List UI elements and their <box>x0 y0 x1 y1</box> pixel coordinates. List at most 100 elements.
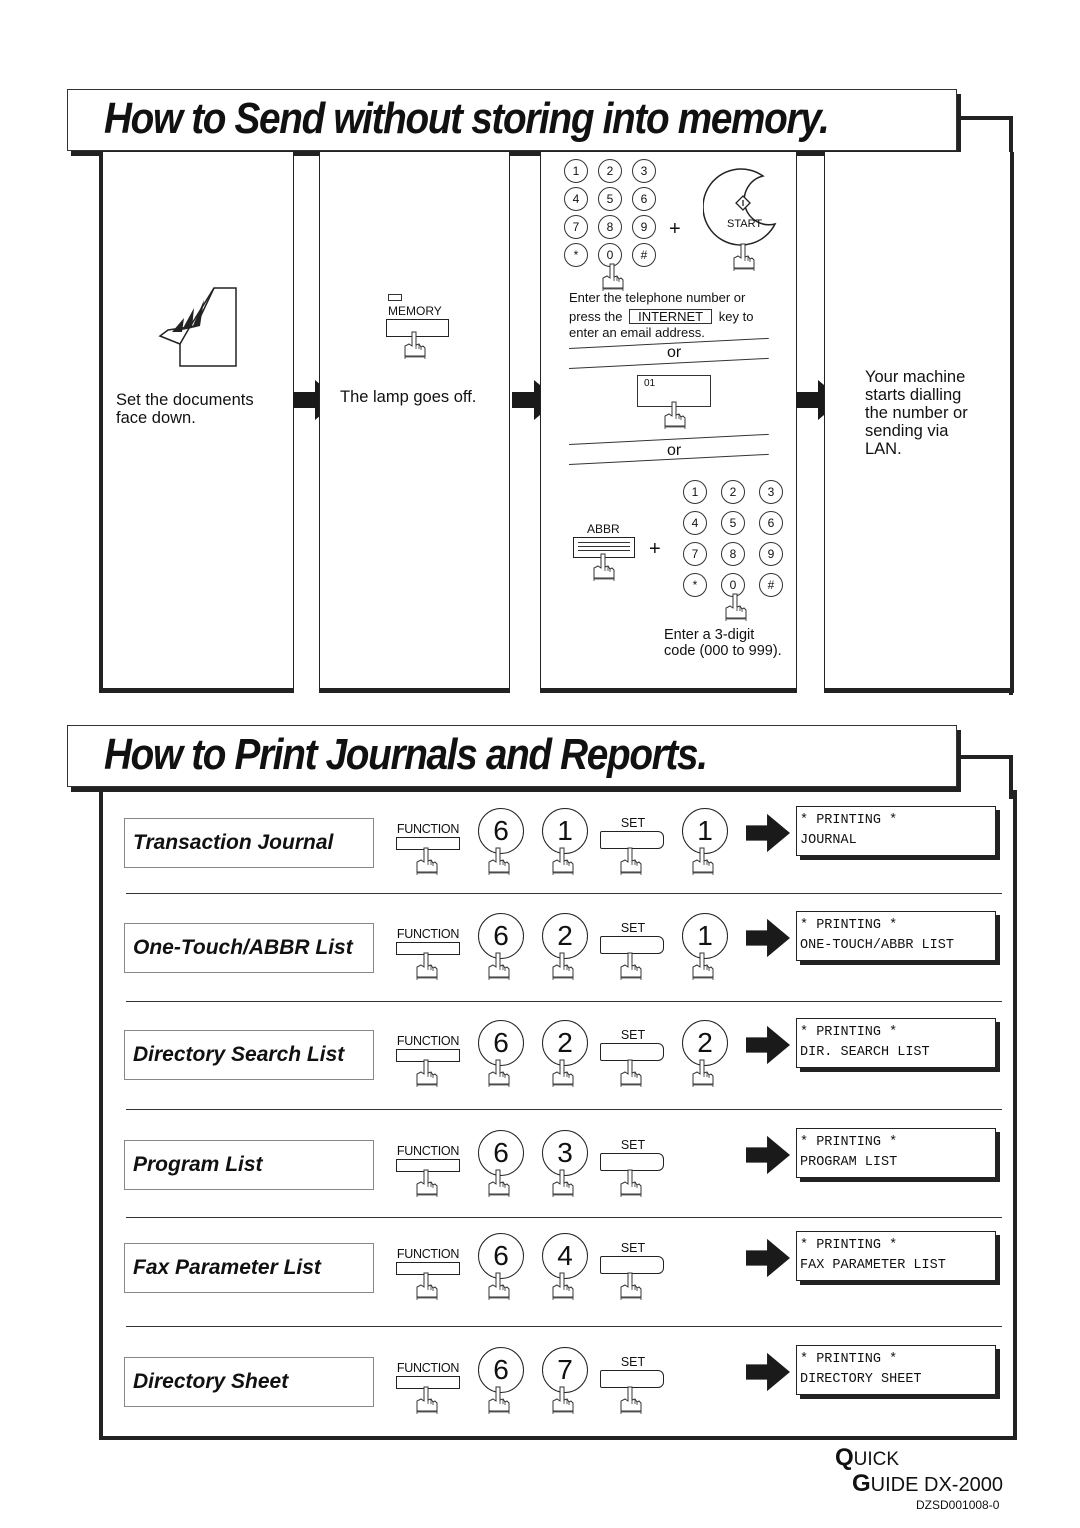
dial-key[interactable]: # <box>632 243 656 267</box>
step1-panel: Set the documents face down. <box>99 152 294 689</box>
dial-key[interactable]: 3 <box>632 159 656 183</box>
step4-text-line: Your machine <box>865 368 966 386</box>
row-divider <box>126 1001 1002 1002</box>
start-key[interactable] <box>703 166 783 246</box>
dial-key[interactable]: # <box>759 573 783 597</box>
set-key[interactable]: SET <box>600 921 666 954</box>
set-key-label: SET <box>620 1241 646 1255</box>
dial-key[interactable]: 9 <box>759 542 783 566</box>
dial-key[interactable]: 4 <box>683 511 707 535</box>
dial-key[interactable]: * <box>564 243 588 267</box>
report-label-box: Directory Sheet <box>124 1357 374 1407</box>
lcd-line1: * PRINTING * <box>800 918 898 933</box>
pointing-hand-icon <box>690 1058 716 1088</box>
pointing-hand-icon <box>402 330 428 360</box>
report-row: Directory Sheet FUNCTION 6 7 SET * PRINTING *… <box>124 1345 1004 1457</box>
set-key[interactable]: SET <box>600 1138 666 1171</box>
memory-lamp-icon <box>388 294 402 301</box>
report-label: Program List <box>133 1153 263 1176</box>
lcd-display: * PRINTING * DIRECTORY SHEET <box>796 1345 996 1395</box>
pointing-hand-icon <box>414 1385 440 1415</box>
instruction-line1: Enter the telephone number or <box>569 290 746 305</box>
pointing-hand-icon <box>690 951 716 981</box>
dial-key[interactable]: 8 <box>721 542 745 566</box>
arrow-right-icon <box>746 918 790 958</box>
pointing-hand-icon <box>618 1385 644 1415</box>
set-key[interactable]: SET <box>600 1028 666 1061</box>
step4-text: Your machine starts dialling the number or… <box>865 368 968 458</box>
lcd-line2: DIR. SEARCH LIST <box>800 1045 930 1060</box>
report-label-box: One-Touch/ABBR List <box>124 923 374 973</box>
report-label: Transaction Journal <box>133 831 334 854</box>
function-key-label: FUNCTION <box>396 1361 460 1375</box>
dial-key[interactable]: 4 <box>564 187 588 211</box>
pointing-hand-icon <box>550 1168 576 1198</box>
report-label: Directory Sheet <box>133 1370 289 1393</box>
pointing-hand-icon <box>414 846 440 876</box>
guide-initial: G <box>852 1470 871 1497</box>
plus-sign: + <box>669 218 681 240</box>
dial-key[interactable]: * <box>683 573 707 597</box>
pointing-hand-icon <box>550 1058 576 1088</box>
set-key[interactable]: SET <box>600 1355 666 1388</box>
pointing-hand-icon <box>486 846 512 876</box>
row-divider <box>126 1217 1002 1218</box>
lcd-line2: ONE-TOUCH/ABBR LIST <box>800 938 954 953</box>
document-feed-icon <box>158 287 237 367</box>
dial-key[interactable]: 3 <box>759 480 783 504</box>
code-instruction-line2: code (000 to 999). <box>664 643 782 659</box>
lcd-line1: * PRINTING * <box>800 813 898 828</box>
memory-key-label: MEMORY <box>388 304 442 318</box>
pointing-hand-icon <box>486 1271 512 1301</box>
send-section-title: How to Send without storing into memory. <box>104 94 830 143</box>
report-label: Directory Search List <box>133 1043 345 1066</box>
report-label-box: Fax Parameter List <box>124 1243 374 1293</box>
dial-key[interactable]: 1 <box>564 159 588 183</box>
pointing-hand-icon <box>550 1271 576 1301</box>
instruction-line2-post: key to <box>718 309 754 324</box>
internet-key[interactable]: INTERNET <box>629 309 713 324</box>
step2-text: The lamp goes off. <box>340 388 477 406</box>
dial-key[interactable]: 6 <box>632 187 656 211</box>
dial-key[interactable]: 7 <box>564 215 588 239</box>
pointing-hand-icon <box>550 846 576 876</box>
dial-key[interactable]: 7 <box>683 542 707 566</box>
report-row: Program List FUNCTION 6 3 SET * PRINTING * PRO… <box>124 1128 1004 1240</box>
dial-key[interactable]: 1 <box>683 480 707 504</box>
start-key-label: START <box>727 218 763 230</box>
dial-key[interactable]: 5 <box>598 187 622 211</box>
set-key-label: SET <box>620 1355 646 1369</box>
dial-key[interactable]: 9 <box>632 215 656 239</box>
pointing-hand-icon <box>414 1058 440 1088</box>
lcd-line1: * PRINTING * <box>800 1135 898 1150</box>
dial-key[interactable]: 8 <box>598 215 622 239</box>
report-label-box: Directory Search List <box>124 1030 374 1080</box>
pointing-hand-icon <box>486 1168 512 1198</box>
quick-initial: Q <box>835 1444 854 1471</box>
set-key[interactable]: SET <box>600 1241 666 1274</box>
print-section-banner: How to Print Journals and Reports. <box>67 725 957 787</box>
lcd-display: * PRINTING * DIR. SEARCH LIST <box>796 1018 996 1068</box>
or-separator-2: or <box>667 442 682 459</box>
dial-key[interactable]: 5 <box>721 511 745 535</box>
lcd-line2: FAX PARAMETER LIST <box>800 1258 946 1273</box>
arrow-right-icon <box>746 1352 790 1392</box>
pointing-hand-icon <box>618 951 644 981</box>
dial-key[interactable]: 2 <box>598 159 622 183</box>
function-key-label: FUNCTION <box>396 822 460 836</box>
print-section-title: How to Print Journals and Reports. <box>104 730 708 779</box>
lcd-line1: * PRINTING * <box>800 1025 898 1040</box>
lcd-line2: PROGRAM LIST <box>800 1155 898 1170</box>
plus-sign: + <box>649 538 661 560</box>
instruction-line3: enter an email address. <box>569 325 705 340</box>
set-key[interactable]: SET <box>600 816 666 849</box>
row-divider <box>126 1109 1002 1110</box>
lcd-line2: JOURNAL <box>800 833 857 848</box>
step4-panel: Your machine starts dialling the number or… <box>824 152 1014 689</box>
pointing-hand-icon <box>414 1271 440 1301</box>
dial-key[interactable]: 6 <box>759 511 783 535</box>
dial-key[interactable]: 2 <box>721 480 745 504</box>
instruction-line2-pre: press the <box>569 309 623 324</box>
quick-guide-title: QUICK <box>835 1446 899 1472</box>
pointing-hand-icon <box>591 552 617 582</box>
